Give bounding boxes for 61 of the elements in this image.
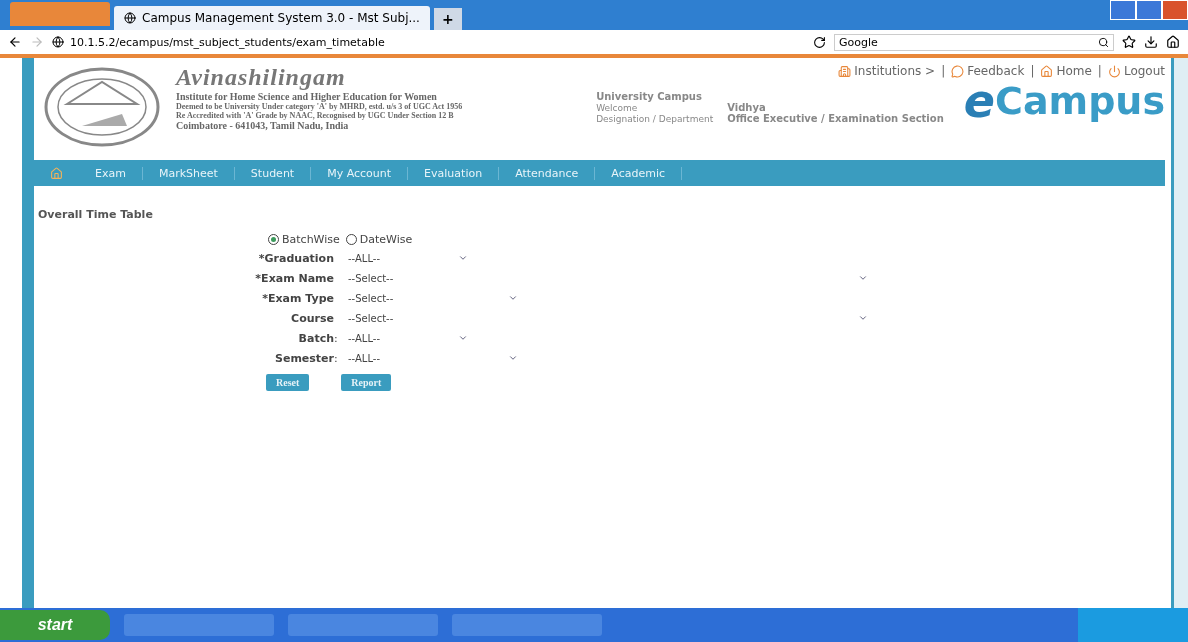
header-link[interactable]: Institutions > [838, 64, 936, 78]
link-separator: | [941, 64, 946, 78]
header-link[interactable]: Logout [1107, 64, 1165, 78]
download-icon[interactable] [1144, 35, 1158, 49]
chevron-down-icon [858, 273, 868, 283]
field-label: *Exam Name [254, 271, 334, 285]
mode-radio[interactable]: BatchWise [268, 233, 340, 246]
page-icon [124, 12, 136, 24]
search-field[interactable]: Google [834, 33, 1114, 51]
chevron-down-icon [508, 293, 518, 303]
designation-label: Designation / Department [596, 114, 714, 124]
new-tab-button[interactable]: + [433, 8, 462, 30]
feedback-icon [951, 64, 965, 78]
address-bar[interactable]: 10.1.5.2/ecampus/mst_subject_students/exam_timetable [52, 35, 805, 49]
link-separator: | [1030, 64, 1035, 78]
home-icon [1040, 64, 1054, 78]
home-icon[interactable] [1166, 35, 1180, 49]
field-label: Course [290, 311, 334, 325]
welcome-label: Welcome [596, 103, 639, 113]
select-field[interactable]: --ALL-- [346, 250, 470, 266]
reload-icon[interactable] [813, 35, 826, 49]
select-field[interactable]: --ALL-- [346, 330, 470, 346]
field-label: Semester [274, 351, 334, 365]
browser-tab[interactable]: Campus Management System 3.0 - Mst Subj... [114, 6, 430, 30]
search-icon[interactable] [1098, 36, 1109, 48]
bookmark-icon[interactable] [1122, 35, 1136, 49]
chevron-down-icon [508, 353, 518, 363]
maximize-button[interactable] [1136, 0, 1162, 20]
close-button[interactable] [1162, 0, 1188, 20]
mode-radio[interactable]: DateWise [345, 233, 413, 246]
select-field[interactable]: --Select-- [346, 270, 870, 286]
field-label: Batch [297, 331, 334, 345]
colon-text: : [334, 331, 339, 345]
institute-subtitle: Institute for Home Science and Higher Education for Women [176, 91, 437, 102]
field-label: *Exam Type [261, 291, 334, 305]
designation-value: Office Executive / Examination Section [727, 113, 944, 124]
ecampus-logo: eCampus [963, 78, 1165, 124]
minimize-button[interactable] [1110, 0, 1136, 20]
start-button[interactable]: start [0, 610, 110, 640]
select-field[interactable]: --ALL-- [346, 350, 520, 366]
logout-icon [1107, 64, 1121, 78]
link-separator: | [1097, 64, 1102, 78]
institute-address: Coimbatore - 641043, Tamil Nadu, India [176, 120, 350, 131]
chevron-down-icon [458, 333, 468, 343]
header-link[interactable]: Feedback [951, 64, 1025, 78]
back-icon[interactable] [8, 35, 22, 49]
field-label: *Graduation [257, 251, 334, 265]
page-title: Overall Time Table [38, 208, 154, 221]
chevron-down-icon [458, 253, 468, 263]
header-link[interactable]: Home [1040, 64, 1092, 78]
select-field[interactable]: --Select-- [346, 290, 520, 306]
chevron-down-icon [858, 313, 868, 323]
colon-text: : [334, 351, 339, 365]
scrollbar[interactable] [1171, 58, 1188, 608]
user-name: Vidhya [727, 102, 767, 113]
accreditation-text: Re Accredited with 'A' Grade by NAAC, Recognised by UGC Under Section 12 B [176, 111, 455, 120]
institution-icon [838, 64, 852, 78]
accreditation-text: Deemed to be University Under category 'A' by MHRD, estd. u/s 3 of UGC Act 1956 [176, 102, 463, 111]
select-field[interactable]: --Select-- [346, 310, 870, 326]
institute-name: Avinashilingam [176, 64, 347, 91]
campus-name: University Campus [596, 91, 703, 102]
